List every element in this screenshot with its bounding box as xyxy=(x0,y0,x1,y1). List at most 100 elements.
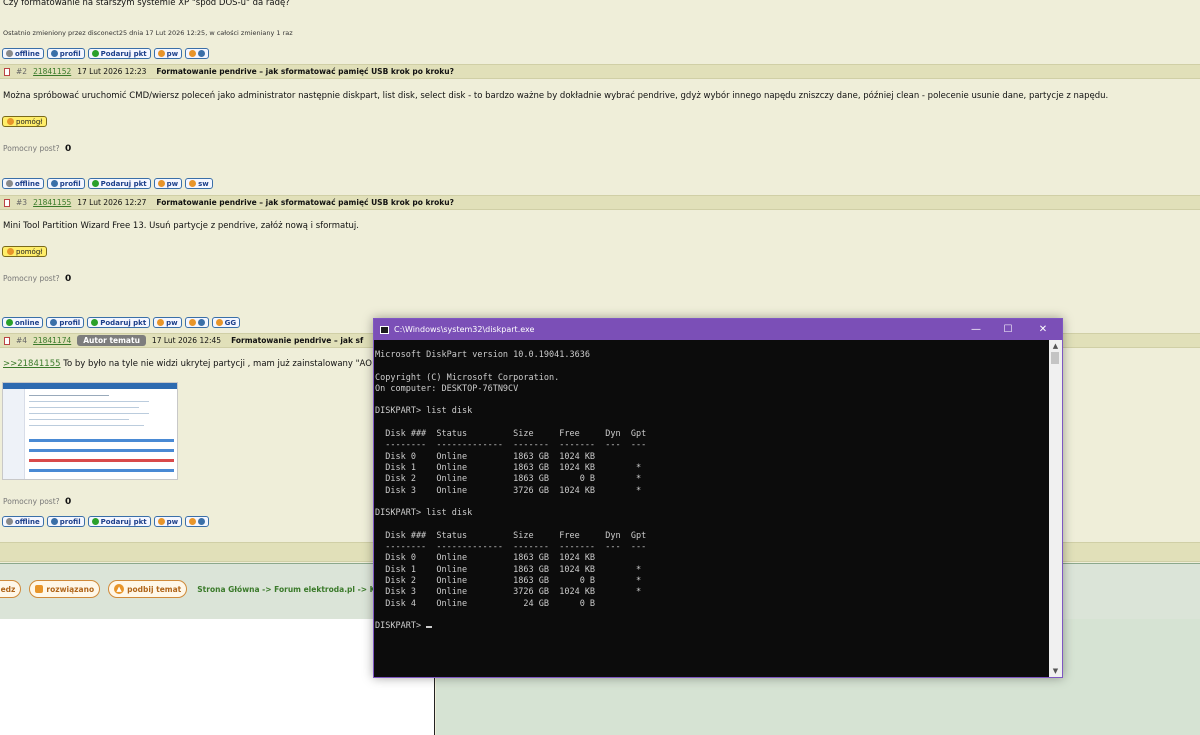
profile-button[interactable]: profil xyxy=(46,48,85,59)
gg-icon xyxy=(215,319,223,326)
post-id-link[interactable]: 21841174 xyxy=(33,336,71,345)
user-icon xyxy=(50,319,58,326)
post2-user-buttons: offline profil Podaruj pkt pw sw xyxy=(2,178,213,189)
post-icon xyxy=(4,67,10,76)
helped-button[interactable]: pomógł xyxy=(2,246,48,257)
helpful-post: Pomocny post? 0 xyxy=(3,144,72,154)
vertical-scrollbar[interactable]: ▲ ▼ xyxy=(1049,340,1062,677)
dollar-icon xyxy=(91,180,99,187)
post4-user-buttons: offline profil Podaruj pkt pw xyxy=(2,516,210,527)
add-user-icon xyxy=(188,319,196,326)
add-friend-button[interactable] xyxy=(184,317,209,328)
offline-button[interactable]: offline xyxy=(2,48,44,59)
users-icon xyxy=(157,50,165,57)
plus-icon xyxy=(198,50,206,57)
console-text: Microsoft DiskPart version 10.0.19041.36… xyxy=(375,350,647,609)
pm-button[interactable]: pw xyxy=(153,178,183,189)
post-number: #3 xyxy=(16,198,28,207)
post2-header: #2 21841152 17 Lut 2026 12:23 Formatowan… xyxy=(0,64,1200,79)
post-title: Formatowanie pendrive – jak sformatować … xyxy=(156,67,454,76)
profile-button[interactable]: profil xyxy=(46,516,85,527)
give-points-button[interactable]: Podaruj pkt xyxy=(87,48,151,59)
users-icon xyxy=(157,319,165,326)
post-title: Formatowanie pendrive – jak sf xyxy=(231,336,364,345)
offline-icon xyxy=(6,50,13,57)
plus-icon xyxy=(198,518,206,525)
footer-left xyxy=(0,619,435,735)
post3-body: Mini Tool Partition Wizard Free 13. Usuń… xyxy=(3,221,359,231)
user-icon xyxy=(50,518,58,525)
topic-actions: iedz rozwiązano ▲podbij temat Strona Głó… xyxy=(0,580,394,598)
maximize-button[interactable]: ☐ xyxy=(992,319,1024,340)
quote-link[interactable]: >>21841155 xyxy=(3,359,61,369)
close-button[interactable]: ✕ xyxy=(1024,319,1062,340)
solved-button[interactable]: rozwiązano xyxy=(29,580,101,598)
post-icon xyxy=(4,198,10,207)
breadcrumb[interactable]: Strona Główna -> Forum elektroda.pl -> K… xyxy=(197,585,393,594)
pm-button[interactable]: pw xyxy=(153,317,182,328)
post-icon xyxy=(4,336,10,345)
online-button[interactable]: online xyxy=(2,317,44,328)
window-titlebar[interactable]: C:\Windows\system32\diskpart.exe — ☐ ✕ xyxy=(374,319,1062,340)
profile-button[interactable]: profil xyxy=(46,317,85,328)
dollar-icon xyxy=(91,50,99,57)
offline-icon xyxy=(6,518,13,525)
add-friend-button[interactable] xyxy=(185,48,210,59)
post4-body: >>21841155 To by było na tyle nie widzi … xyxy=(3,359,372,369)
helped-button[interactable]: pomógł xyxy=(2,116,48,127)
post1-question: Czy formatowanie na starszym systemie XP… xyxy=(3,0,290,8)
text-cursor xyxy=(426,626,433,629)
users-icon xyxy=(157,518,165,525)
scroll-up-icon[interactable]: ▲ xyxy=(1049,340,1062,352)
post3-header: #3 21841155 17 Lut 2026 12:27 Formatowan… xyxy=(0,195,1200,210)
scroll-thumb[interactable] xyxy=(1051,352,1059,364)
scroll-down-icon[interactable]: ▼ xyxy=(1049,665,1062,677)
post-number: #2 xyxy=(16,67,28,76)
add-user-icon xyxy=(189,518,197,525)
pm-button[interactable]: pw xyxy=(153,516,183,527)
gg-button[interactable]: GG xyxy=(211,317,241,328)
post2-body: Można spróbować uruchomić CMD/wiersz pol… xyxy=(3,91,1109,101)
attachment-thumbnail[interactable] xyxy=(2,382,178,480)
plus-icon xyxy=(197,319,205,326)
add-user-icon xyxy=(189,50,197,57)
add-friend-button[interactable] xyxy=(185,516,210,527)
profile-button[interactable]: profil xyxy=(46,178,85,189)
give-points-button[interactable]: Podaruj pkt xyxy=(87,317,151,328)
console-prompt: DISKPART> xyxy=(375,621,427,632)
offline-icon xyxy=(6,180,13,187)
post-date: 17 Lut 2026 12:27 xyxy=(77,198,147,207)
minimize-button[interactable]: — xyxy=(960,319,992,340)
pm-button[interactable]: pw xyxy=(153,48,183,59)
offline-button[interactable]: offline xyxy=(2,516,44,527)
author-badge: Autor tematu xyxy=(77,335,146,346)
thumb-icon xyxy=(7,118,14,125)
dollar-icon xyxy=(91,518,99,525)
lock-icon xyxy=(35,585,44,593)
post1-edited-note: Ostatnio zmieniony przez disconect25 dni… xyxy=(3,29,293,37)
users-icon xyxy=(189,180,197,187)
post-id-link[interactable]: 21841155 xyxy=(33,198,71,207)
user-icon xyxy=(50,180,58,187)
post3-user-buttons: online profil Podaruj pkt pw GG xyxy=(2,317,241,328)
give-points-button[interactable]: Podaruj pkt xyxy=(87,178,151,189)
helpful-count: 0 xyxy=(65,274,72,284)
window-title: C:\Windows\system32\diskpart.exe xyxy=(394,325,535,334)
sw-button[interactable]: sw xyxy=(185,178,213,189)
post-title: Formatowanie pendrive – jak sformatować … xyxy=(156,198,454,207)
post-date: 17 Lut 2026 12:23 xyxy=(77,67,147,76)
reply-button[interactable]: iedz xyxy=(0,580,22,598)
console-icon xyxy=(380,325,389,334)
users-icon xyxy=(157,180,165,187)
arrow-up-icon: ▲ xyxy=(114,584,125,594)
helpful-post: Pomocny post? 0 xyxy=(3,274,72,284)
offline-button[interactable]: offline xyxy=(2,178,44,189)
online-icon xyxy=(6,319,13,326)
thumb-icon xyxy=(7,248,14,255)
user-icon xyxy=(50,50,58,57)
post-id-link[interactable]: 21841152 xyxy=(33,67,71,76)
console-output[interactable]: Microsoft DiskPart version 10.0.19041.36… xyxy=(374,340,1049,677)
give-points-button[interactable]: Podaruj pkt xyxy=(87,516,151,527)
diskpart-window[interactable]: C:\Windows\system32\diskpart.exe — ☐ ✕ M… xyxy=(373,318,1063,678)
bump-topic-button[interactable]: ▲ podbij temat xyxy=(108,580,188,598)
